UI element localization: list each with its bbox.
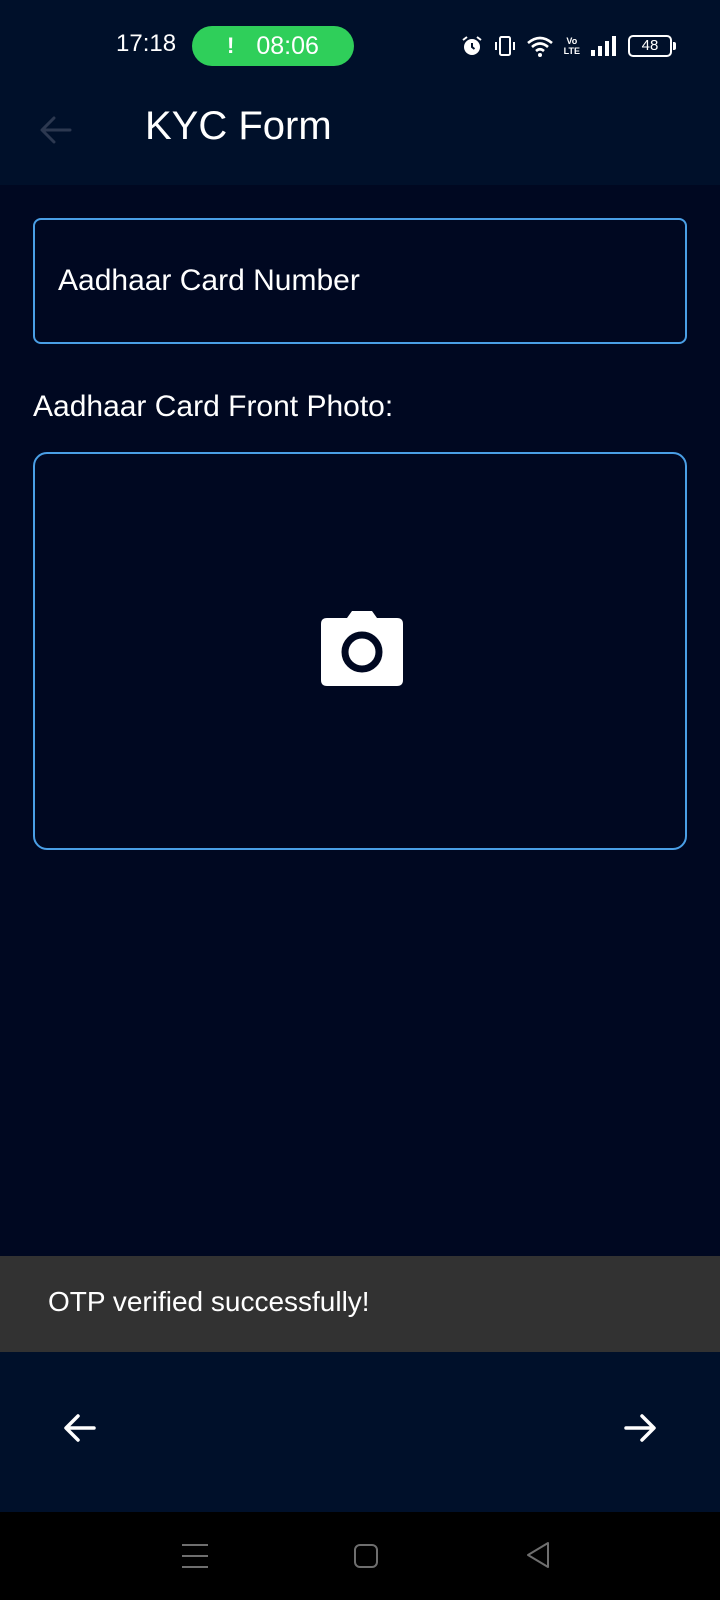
snackbar: OTP verified successfully! [0, 1256, 720, 1352]
app-bar: KYC Form [0, 92, 720, 185]
previous-step-button[interactable] [58, 1406, 102, 1450]
camera-icon [321, 610, 403, 686]
front-photo-upload[interactable] [33, 452, 687, 850]
volte-line2: LTE [563, 46, 580, 56]
next-step-button[interactable] [618, 1406, 662, 1450]
signal-icon [590, 35, 618, 57]
call-timer: 08:06 [256, 31, 319, 60]
kyc-form-screen: 17:18 ! 08:06 Vo LTE 48 KYC Form Aadhaar… [0, 0, 720, 1600]
front-photo-label: Aadhaar Card Front Photo: [33, 390, 394, 423]
wifi-icon [526, 34, 554, 58]
status-bar: 17:18 ! 08:06 Vo LTE 48 [0, 0, 720, 92]
menu-icon[interactable] [180, 1542, 210, 1570]
status-time: 17:18 [116, 30, 177, 57]
home-icon[interactable] [352, 1542, 380, 1570]
vibrate-icon [494, 34, 516, 58]
step-navigation-bar [0, 1352, 720, 1512]
aadhaar-number-input[interactable] [33, 218, 687, 344]
arrow-left-icon [64, 1414, 96, 1442]
snackbar-message: OTP verified successfully! [48, 1286, 370, 1317]
back-arrow-icon[interactable] [34, 108, 78, 152]
volte-line1: Vo [566, 36, 578, 46]
call-indicator: ! [227, 33, 235, 58]
ongoing-call-pill[interactable]: ! 08:06 [192, 26, 354, 66]
volte-icon: Vo LTE [564, 36, 580, 56]
alarm-icon [460, 34, 484, 58]
status-icons: Vo LTE 48 [460, 32, 676, 60]
back-icon[interactable] [524, 1540, 552, 1570]
arrow-right-icon [624, 1414, 656, 1442]
battery-icon: 48 [628, 35, 676, 57]
page-title: KYC Form [145, 104, 332, 148]
system-navigation-bar [0, 1512, 720, 1600]
header: 17:18 ! 08:06 Vo LTE 48 KYC Form [0, 0, 720, 185]
